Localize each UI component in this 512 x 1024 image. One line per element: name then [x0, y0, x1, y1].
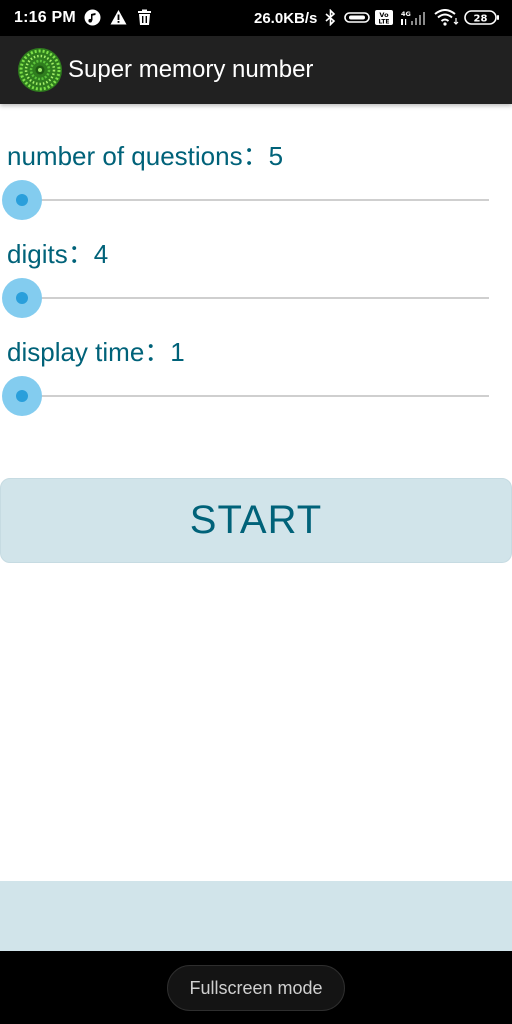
slider-thumb[interactable]: [16, 292, 28, 304]
app-title: Super memory number: [68, 56, 314, 83]
fullscreen-mode-button[interactable]: Fullscreen mode: [167, 965, 345, 1011]
questions-slider[interactable]: [0, 178, 492, 222]
slider-thumb[interactable]: [16, 194, 28, 206]
slider-track[interactable]: [22, 395, 489, 397]
bluetooth-icon: [325, 9, 336, 26]
questions-label: number of questions：5: [7, 141, 284, 171]
battery-icon: 28: [464, 10, 499, 25]
bottom-panel: [0, 881, 512, 951]
start-button[interactable]: START: [0, 478, 512, 563]
screen: 1:16 PM 26.0KB/s Vo LTE 4G 28 Super memo…: [0, 0, 512, 1024]
slider-track[interactable]: [22, 297, 489, 299]
display-time-label: display time：1: [7, 337, 185, 367]
network-type: 4G: [401, 10, 411, 18]
digits-slider[interactable]: [0, 276, 492, 320]
slider-track[interactable]: [22, 199, 489, 201]
volte-text-lte: LTE: [378, 19, 389, 26]
wifi-icon: [434, 9, 459, 26]
music-icon: [84, 9, 101, 26]
battery-level: 28: [474, 14, 488, 25]
display-time-slider[interactable]: [0, 374, 492, 418]
slider-thumb[interactable]: [16, 390, 28, 402]
status-bar: 1:16 PM 26.0KB/s Vo LTE 4G 28: [0, 0, 512, 36]
status-time: 1:16 PM: [14, 9, 76, 26]
app-bar: Super memory number: [0, 36, 512, 104]
signal-icon: 4G: [401, 10, 425, 25]
trash-icon: [138, 9, 151, 25]
vibrate-icon: [344, 12, 370, 23]
navigation-bar: Fullscreen mode: [0, 951, 512, 1024]
green-circle-logo-icon: [18, 48, 62, 92]
volte-icon: Vo LTE: [375, 10, 393, 26]
network-speed: 26.0KB/s: [254, 10, 318, 27]
digits-label: digits：4: [7, 239, 109, 269]
warning-icon: [110, 10, 127, 25]
